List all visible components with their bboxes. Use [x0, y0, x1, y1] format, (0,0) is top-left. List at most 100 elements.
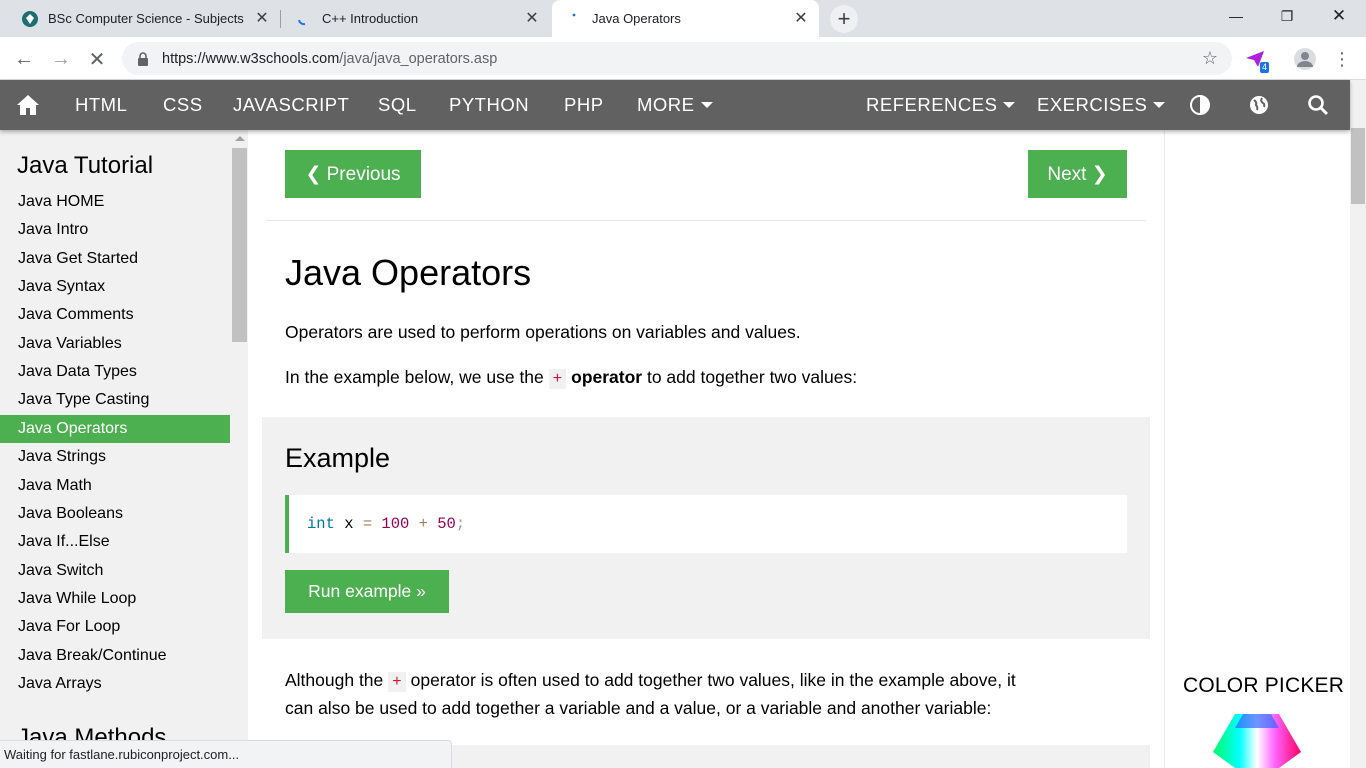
sidebar-item-java-data-types[interactable]: Java Data Types [0, 358, 230, 386]
sidebar-scrollbar[interactable] [232, 130, 248, 768]
bold-text: operator [571, 367, 643, 387]
nav-sql[interactable]: SQL [378, 80, 417, 130]
home-icon [17, 95, 39, 115]
sidebar-item-java-math[interactable]: Java Math [0, 472, 230, 500]
site-topnav: HTML CSS JAVASCRIPT SQL PYTHON PHP MORE … [0, 80, 1350, 130]
nav-exercises[interactable]: EXERCISES [1037, 80, 1166, 130]
x-icon: ✕ [88, 48, 106, 71]
search-icon [1308, 95, 1329, 116]
inline-code: + [548, 369, 567, 389]
sidebar-item-java-type-casting[interactable]: Java Type Casting [0, 386, 230, 414]
sidebar-item-java-switch[interactable]: Java Switch [0, 557, 230, 585]
nav-css[interactable]: CSS [163, 80, 203, 130]
sidebar-item-java-if-else[interactable]: Java If...Else [0, 528, 230, 556]
sidebar-item-java-get-started[interactable]: Java Get Started [0, 245, 230, 273]
lock-icon [138, 51, 148, 66]
nav-javascript[interactable]: JAVASCRIPT [233, 80, 349, 130]
nav-references-label: REFERENCES [866, 94, 998, 115]
search-button[interactable] [1307, 80, 1329, 130]
divider [266, 220, 1146, 221]
text-span: operator is often used to add together t… [405, 670, 1016, 690]
code-operator: = [362, 515, 373, 533]
color-picker-heading: COLOR PICKER [1183, 674, 1345, 697]
run-example-button[interactable]: Run example » [285, 570, 449, 613]
arrow-right-icon: → [51, 47, 71, 70]
nav-more[interactable]: MORE [637, 80, 713, 130]
site-favicon-icon [22, 10, 38, 27]
forward-button[interactable]: → [47, 45, 75, 73]
minimize-button[interactable]: — [1212, 0, 1260, 32]
bookmark-star-icon[interactable]: ☆ [1202, 48, 1218, 69]
plus-icon: + [830, 5, 858, 33]
tab-cpp[interactable]: C++ Introduction ✕ [282, 0, 550, 37]
loading-icon [572, 13, 576, 16]
close-icon[interactable]: ✕ [524, 10, 540, 27]
code-var: x [334, 515, 363, 533]
tab-bsc[interactable]: BSc Computer Science - Subjects ✕ [8, 0, 280, 37]
nav-php[interactable]: PHP [564, 80, 604, 130]
sidebar-item-java-break-continue[interactable]: Java Break/Continue [0, 642, 230, 670]
close-window-button[interactable]: ✕ [1315, 0, 1363, 32]
address-bar[interactable]: https://www.w3schools.com/java/java_oper… [122, 42, 1232, 75]
back-button[interactable]: ← [10, 45, 38, 73]
close-icon[interactable]: ✕ [254, 10, 270, 27]
home-button[interactable] [16, 80, 40, 130]
sidebar-item-java-for-loop[interactable]: Java For Loop [0, 613, 230, 641]
kebab-menu-icon: ⋮ [1333, 48, 1351, 69]
profile-button[interactable] [1293, 47, 1317, 71]
sidebar-item-java-booleans[interactable]: Java Booleans [0, 500, 230, 528]
contrast-icon [1190, 95, 1210, 115]
tab-title: Java Operators [592, 11, 681, 26]
text-span: In the example below, we use the [285, 367, 549, 387]
sidebar-item-java-syntax[interactable]: Java Syntax [0, 273, 230, 301]
sidebar-item-java-while-loop[interactable]: Java While Loop [0, 585, 230, 613]
code-number: 50 [427, 515, 456, 533]
sidebar-item-java-operators[interactable]: Java Operators [0, 414, 230, 443]
text-span: can also be used to add together a varia… [285, 698, 992, 718]
caret-down-icon [1153, 102, 1166, 108]
sidebar-item-java-home[interactable]: Java HOME [0, 188, 230, 216]
menu-button[interactable]: ⋮ [1330, 47, 1354, 71]
sidebar-item-java-comments[interactable]: Java Comments [0, 301, 230, 329]
scroll-up-arrow-icon[interactable] [235, 136, 245, 141]
sidebar-item-java-intro[interactable]: Java Intro [0, 216, 230, 244]
new-tab-button[interactable]: + [830, 5, 858, 33]
url-path: /java/java_operators.asp [339, 50, 498, 67]
example-box: Example int x = 100 + 50; Run example » [262, 417, 1150, 639]
restore-button[interactable]: ❐ [1263, 0, 1311, 32]
sidebar-item-java-variables[interactable]: Java Variables [0, 330, 230, 358]
theme-toggle-button[interactable] [1190, 80, 1210, 130]
translate-button[interactable] [1249, 80, 1269, 130]
inline-code: + [388, 672, 406, 692]
tab-divider [280, 10, 281, 28]
nav-more-label: MORE [637, 94, 695, 115]
extension-button[interactable]: 4 [1243, 47, 1269, 73]
text-span: to add together two values: [642, 367, 858, 387]
sidebar-item-java-arrays[interactable]: Java Arrays [0, 670, 230, 698]
nav-python[interactable]: PYTHON [449, 80, 529, 130]
nav-references[interactable]: REFERENCES [866, 80, 1016, 130]
avatar-icon [1294, 48, 1316, 70]
example-intro-paragraph: In the example below, we use the + opera… [285, 364, 857, 392]
arrow-left-icon: ← [14, 47, 34, 70]
right-column: COLOR PICKER [1164, 130, 1350, 768]
tab-java-operators[interactable]: Java Operators ✕ [552, 0, 819, 37]
code-punctuation: ; [455, 515, 466, 533]
sidebar: Java Tutorial Java HOME Java Intro Java Ge… [0, 130, 248, 768]
next-button[interactable]: Next ❯ [1028, 150, 1127, 198]
globe-icon [1250, 96, 1268, 114]
tab-title: C++ Introduction [322, 11, 419, 26]
close-icon[interactable]: ✕ [793, 10, 809, 27]
browser-tabstrip: BSc Computer Science - Subjects ✕ C++ In… [0, 0, 1366, 37]
url-text: https://www.w3schools.com/java/java_oper… [162, 51, 497, 67]
sidebar-item-java-strings[interactable]: Java Strings [0, 443, 230, 471]
previous-button[interactable]: ❮ Previous [285, 150, 421, 198]
page-scroll-thumb[interactable] [1351, 128, 1365, 204]
page-scrollbar[interactable] [1350, 80, 1366, 768]
tab-title: BSc Computer Science - Subjects [48, 11, 244, 26]
nav-html[interactable]: HTML [75, 80, 127, 130]
stop-loading-button[interactable]: ✕ [83, 45, 111, 73]
color-wheel-icon[interactable] [1213, 714, 1301, 768]
code-keyword: int [307, 515, 335, 533]
sidebar-scroll-thumb[interactable] [232, 148, 247, 342]
